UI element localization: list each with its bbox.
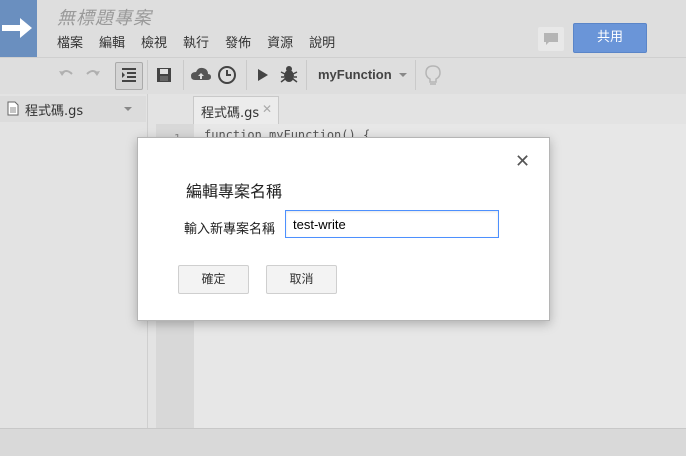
debug-icon[interactable] <box>279 62 299 88</box>
menu-publish[interactable]: 發佈 <box>225 32 251 51</box>
close-icon[interactable]: ✕ <box>515 151 530 172</box>
menu-file[interactable]: 檔案 <box>57 32 83 51</box>
menu-run[interactable]: 執行 <box>183 32 209 51</box>
close-icon[interactable]: ✕ <box>262 102 272 116</box>
run-icon[interactable] <box>255 62 269 88</box>
apps-script-logo[interactable] <box>0 0 37 57</box>
menu-resources[interactable]: 資源 <box>267 32 293 51</box>
ok-button[interactable]: 確定 <box>178 265 249 294</box>
toolbar-divider <box>246 60 247 90</box>
document-icon <box>7 101 19 116</box>
undo-icon[interactable] <box>57 62 75 88</box>
cancel-button[interactable]: 取消 <box>266 265 337 294</box>
file-sidebar: 程式碼.gs <box>0 94 148 428</box>
rename-project-dialog: ✕ 編輯專案名稱 輸入新專案名稱 確定 取消 <box>137 137 550 321</box>
function-select[interactable]: myFunction <box>318 67 392 82</box>
toolbar-divider <box>147 60 148 90</box>
menu-help[interactable]: 說明 <box>309 32 335 51</box>
toolbar: myFunction <box>0 57 686 95</box>
cloud-publish-icon[interactable] <box>190 62 212 88</box>
chevron-down-icon[interactable] <box>399 73 407 77</box>
sidebar-file-item[interactable]: 程式碼.gs <box>0 96 146 122</box>
comment-icon <box>544 33 558 45</box>
dialog-title: 編輯專案名稱 <box>186 182 283 201</box>
menu-edit[interactable]: 編輯 <box>99 32 125 51</box>
chevron-down-icon[interactable] <box>124 107 132 111</box>
toolbar-divider <box>183 60 184 90</box>
tab-code-gs[interactable]: 程式碼.gs ✕ <box>193 96 279 124</box>
clock-trigger-icon[interactable] <box>216 62 238 88</box>
indent-icon[interactable] <box>115 62 143 90</box>
project-name-label: 輸入新專案名稱 <box>184 222 276 237</box>
share-button[interactable]: 共用 <box>573 23 647 53</box>
app-header: 無標題專案 檔案 編輯 檢視 執行 發佈 資源 說明 共用 <box>0 0 686 57</box>
comments-button[interactable] <box>538 27 564 51</box>
menu-view[interactable]: 檢視 <box>141 32 167 51</box>
toolbar-divider <box>306 60 307 90</box>
project-title[interactable]: 無標題專案 <box>57 4 152 30</box>
redo-icon[interactable] <box>84 62 102 88</box>
lightbulb-icon[interactable] <box>423 62 443 88</box>
status-bar <box>0 428 686 456</box>
sidebar-file-name: 程式碼.gs <box>25 104 84 119</box>
save-icon[interactable] <box>155 62 173 88</box>
toolbar-divider <box>415 60 416 90</box>
arrow-right-icon <box>2 18 32 38</box>
project-name-input[interactable] <box>285 210 499 238</box>
tab-label: 程式碼.gs <box>201 106 260 121</box>
menu-bar: 檔案 編輯 檢視 執行 發佈 資源 說明 <box>57 32 335 51</box>
